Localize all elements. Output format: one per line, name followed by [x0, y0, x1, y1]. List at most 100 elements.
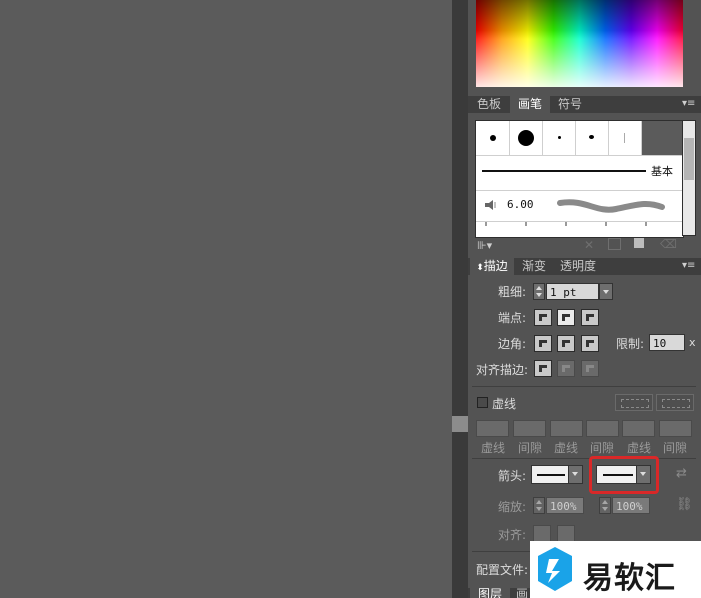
gap-input-3[interactable] [659, 420, 692, 437]
arrow-align-label: 对齐: [498, 528, 527, 542]
scale-label: 缩放: [498, 500, 527, 514]
dash-label-1: 虚线 [481, 441, 506, 455]
brush-dot-calligraphic [589, 135, 594, 139]
start-arrowhead-dropdown-icon[interactable] [568, 466, 582, 483]
panel-splitter[interactable] [452, 0, 468, 598]
highlight-box [589, 456, 659, 494]
brush-dot-small [490, 135, 496, 141]
tab-symbols[interactable]: 符号 [552, 96, 588, 113]
scale-end-input[interactable]: 100% [612, 497, 650, 514]
tab-layers[interactable]: 图层 [470, 588, 510, 598]
round-cap-button[interactable] [557, 309, 575, 326]
brush-cell-empty [642, 121, 683, 155]
scale-start-input[interactable]: 100% [546, 497, 584, 514]
arrow-align-extend-button[interactable] [533, 525, 551, 542]
art-brush-stroke[interactable] [556, 193, 666, 219]
projecting-cap-button[interactable] [581, 309, 599, 326]
dash-label-3: 虚线 [627, 441, 652, 455]
tab-brushes[interactable]: 画笔 [510, 96, 550, 113]
miter-join-button[interactable] [534, 335, 552, 352]
profile-label: 配置文件: [476, 563, 529, 577]
basic-brush-stroke[interactable] [482, 170, 646, 172]
brush-scroll-thumb[interactable] [684, 138, 694, 180]
canvas-area[interactable] [0, 0, 452, 598]
start-arrowhead-line-icon [537, 474, 565, 476]
tab-swatches[interactable]: 色板 [470, 96, 508, 113]
dash-input-3[interactable] [622, 420, 655, 437]
start-arrowhead-select[interactable] [531, 465, 583, 484]
bevel-join-button[interactable] [581, 335, 599, 352]
color-spectrum[interactable] [476, 0, 683, 87]
brush-options-icon[interactable] [608, 238, 621, 250]
tab-gradient[interactable]: 渐变 [516, 258, 552, 275]
align-stroke-label: 对齐描边: [476, 363, 529, 377]
brush-cell[interactable] [609, 121, 642, 155]
butt-cap-button[interactable] [534, 309, 552, 326]
section-divider [472, 386, 696, 387]
dash-preserve-icon [621, 399, 649, 408]
gap-input-1[interactable] [513, 420, 546, 437]
align-inside-button[interactable] [557, 360, 575, 377]
limit-input[interactable]: 10 [649, 334, 685, 351]
brush-ruler-row[interactable] [476, 222, 683, 236]
gap-label-1: 间隙 [518, 441, 543, 455]
scale-start-stepper[interactable] [533, 497, 545, 514]
brush-divider [476, 190, 683, 191]
stroke-tabbar: ⬍描边 渐变 透明度 ▾≡ [468, 258, 701, 275]
watermark-text: 易软汇 [583, 561, 676, 596]
round-join-button[interactable] [557, 335, 575, 352]
butt-cap-icon [539, 314, 547, 321]
brush-divider [476, 155, 683, 156]
weight-dropdown-icon[interactable] [599, 283, 613, 300]
corner-label: 边角: [498, 337, 527, 351]
round-join-icon [562, 340, 570, 347]
weight-input[interactable]: 1 pt [546, 283, 599, 300]
brush-library-menu-icon[interactable]: ⊪▾ [477, 239, 495, 252]
round-cap-icon [562, 314, 570, 321]
dash-input-1[interactable] [476, 420, 509, 437]
brush-size-value: 6.00 [507, 198, 534, 211]
brush-line-thin [624, 133, 625, 143]
brush-library: 基本 6.00 [475, 120, 684, 238]
tab-artboards[interactable]: 画 [512, 588, 532, 598]
projecting-cap-icon [586, 314, 594, 321]
panel-menu-icon[interactable]: ▾≡ [682, 260, 695, 271]
dashed-line-checkbox[interactable] [477, 397, 488, 408]
basic-brush-label: 基本 [651, 165, 673, 178]
align-outside-icon [586, 365, 594, 372]
weight-stepper[interactable] [533, 283, 545, 300]
link-scale-icon[interactable]: ⛓ [676, 497, 693, 512]
splitter-handle[interactable] [452, 416, 468, 432]
panel-menu-icon[interactable]: ▾≡ [682, 98, 695, 109]
brush-cell[interactable] [576, 121, 609, 155]
brush-dot-tiny [558, 136, 561, 139]
gap-input-2[interactable] [586, 420, 619, 437]
brush-cell[interactable] [510, 121, 543, 155]
cap-label: 端点: [498, 311, 527, 325]
arrow-align-inside-button[interactable] [557, 525, 575, 542]
new-brush-icon[interactable] [634, 238, 644, 248]
section-divider [472, 458, 696, 459]
brush-cell[interactable] [476, 121, 510, 155]
bevel-join-icon [586, 340, 594, 347]
tab-transparency[interactable]: 透明度 [554, 258, 602, 275]
color-panel-margin [683, 0, 701, 87]
weight-label: 粗细: [498, 285, 527, 299]
delete-brush-icon[interactable]: ⌫ [660, 237, 677, 251]
remove-brush-stroke-icon[interactable]: ✕ [584, 238, 594, 252]
tab-stroke[interactable]: ⬍描边 [470, 258, 514, 275]
swap-arrowheads-icon[interactable]: ⇄ [676, 466, 687, 481]
limit-label: 限制: [616, 337, 645, 351]
dash-preserve-button[interactable] [615, 394, 653, 411]
scale-end-stepper[interactable] [599, 497, 611, 514]
limit-unit: x [689, 336, 696, 349]
gap-label-3: 间隙 [663, 441, 688, 455]
speaker-icon [484, 199, 498, 211]
dash-align-button[interactable] [656, 394, 694, 411]
watermark-logo-icon [538, 547, 572, 591]
brush-dot-large [518, 130, 534, 146]
align-outside-button[interactable] [581, 360, 599, 377]
dash-input-2[interactable] [550, 420, 583, 437]
align-center-button[interactable] [534, 360, 552, 377]
brush-cell[interactable] [543, 121, 576, 155]
